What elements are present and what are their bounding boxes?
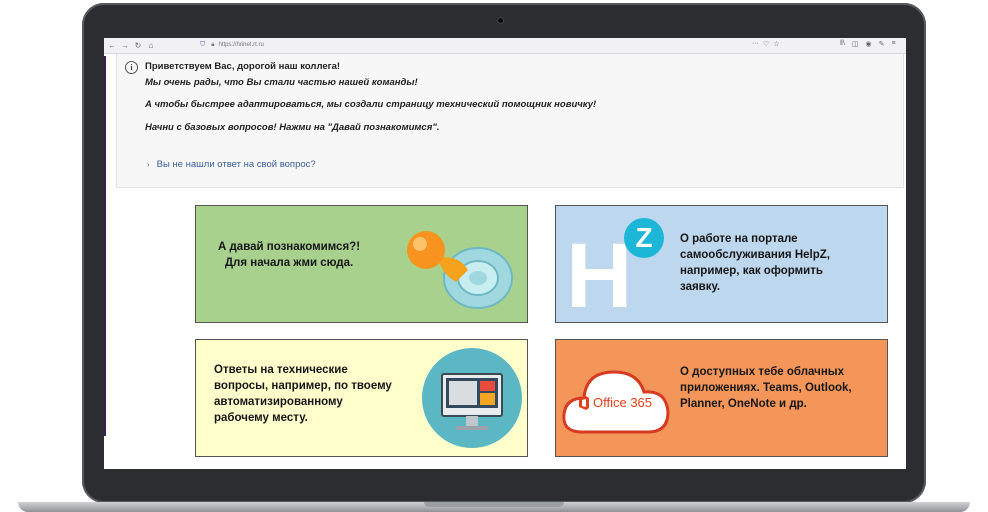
screen-edge bbox=[104, 56, 106, 436]
card-1-line-1: А давай познакомимся?! bbox=[218, 241, 361, 253]
pocket-icon[interactable]: ♡ bbox=[763, 40, 769, 48]
card-3-line-4: рабочему месту. bbox=[214, 412, 308, 424]
welcome-title: Приветствуем Вас, дорогой наш коллега! bbox=[145, 61, 341, 72]
card-2-line-2: самообслуживания HelpZ, bbox=[680, 249, 830, 261]
welcome-line-2: А чтобы быстрее адаптироваться, мы созда… bbox=[145, 99, 597, 110]
reload-icon[interactable]: ↻ bbox=[133, 41, 143, 51]
card-4-line-3: Planner, OneNote и др. bbox=[680, 398, 807, 410]
welcome-line-3: Начни с базовых вопросов! Нажми на "Дава… bbox=[145, 122, 440, 133]
shield-icon[interactable]: ⛉ bbox=[200, 41, 205, 49]
office365-logo-text: Office 365 bbox=[593, 395, 653, 410]
card-3-line-2: вопросы, например, по твоему bbox=[214, 380, 392, 392]
page-actions-icon[interactable]: ··· bbox=[752, 40, 759, 48]
menu-icon[interactable]: ≡ bbox=[891, 40, 895, 48]
card-tech-answers[interactable]: Ответы на технические вопросы, например,… bbox=[195, 339, 528, 457]
library-icon[interactable]: ‖\ bbox=[840, 40, 845, 48]
bookmark-star-icon[interactable]: ☆ bbox=[773, 40, 779, 48]
card-4-line-1: О доступных тебе облачных bbox=[680, 366, 844, 378]
screen: ← → ↻ ⌂ ⛉ 🔒︎ https://hrinet.rt.ru ··· ♡ … bbox=[104, 38, 906, 469]
card-cloud-apps[interactable]: Office 365 О доступных тебе облачных при… bbox=[555, 339, 888, 457]
webcam bbox=[498, 18, 503, 23]
pacifier-icon bbox=[407, 231, 513, 309]
browser-toolbar: ← → ↻ ⌂ ⛉ 🔒︎ https://hrinet.rt.ru ··· ♡ … bbox=[104, 38, 906, 54]
card-2-line-4: заявку. bbox=[680, 281, 721, 293]
laptop-base-notch bbox=[424, 502, 564, 507]
card-get-acquainted[interactable]: А давай познакомимся?! Для начала жми сю… bbox=[195, 205, 528, 323]
office365-logo: Office 365 bbox=[578, 395, 652, 410]
forward-icon[interactable]: → bbox=[120, 41, 130, 51]
faq-expander[interactable]: › Вы не нашли ответ на свой вопрос? bbox=[147, 159, 316, 170]
url-text: https://hrinet.rt.ru bbox=[218, 42, 264, 48]
card-4-line-2: приложениях. Teams, Outlook, bbox=[680, 382, 852, 394]
office-logo-icon bbox=[579, 395, 589, 410]
url-bar[interactable]: ⛉ 🔒︎ https://hrinet.rt.ru bbox=[200, 40, 790, 50]
welcome-line-1: Мы очень рады, что Вы стали частью нашей… bbox=[145, 77, 418, 88]
info-icon: i bbox=[125, 61, 138, 74]
helpz-logo-z: Z bbox=[635, 222, 653, 253]
card-3-line-1: Ответы на технические bbox=[214, 364, 348, 376]
welcome-panel: i Приветствуем Вас, дорогой наш коллега!… bbox=[116, 54, 904, 188]
home-icon[interactable]: ⌂ bbox=[146, 41, 156, 51]
back-icon[interactable]: ← bbox=[107, 41, 117, 51]
account-icon[interactable]: ◉ bbox=[865, 40, 871, 48]
card-1-line-2: Для начала жми сюда. bbox=[224, 257, 354, 269]
helpz-logo: H Z bbox=[566, 218, 676, 322]
chevron-right-icon: › bbox=[147, 160, 150, 169]
card-helpz-portal[interactable]: H Z О работе на портале самообслуживания… bbox=[555, 205, 888, 323]
helpz-logo-h: H bbox=[566, 225, 633, 323]
sidebar-icon[interactable]: ◫ bbox=[852, 40, 859, 48]
card-3-line-3: автоматизированному bbox=[214, 396, 343, 408]
extension-icon[interactable]: ✎ bbox=[879, 40, 885, 48]
lock-icon: 🔒︎ bbox=[211, 41, 215, 48]
card-2-line-1: О работе на портале bbox=[680, 233, 798, 245]
card-2-line-3: например, как оформить bbox=[680, 265, 823, 277]
faq-link-text: Вы не нашли ответ на свой вопрос? bbox=[156, 159, 316, 170]
monitor-icon bbox=[422, 348, 522, 448]
